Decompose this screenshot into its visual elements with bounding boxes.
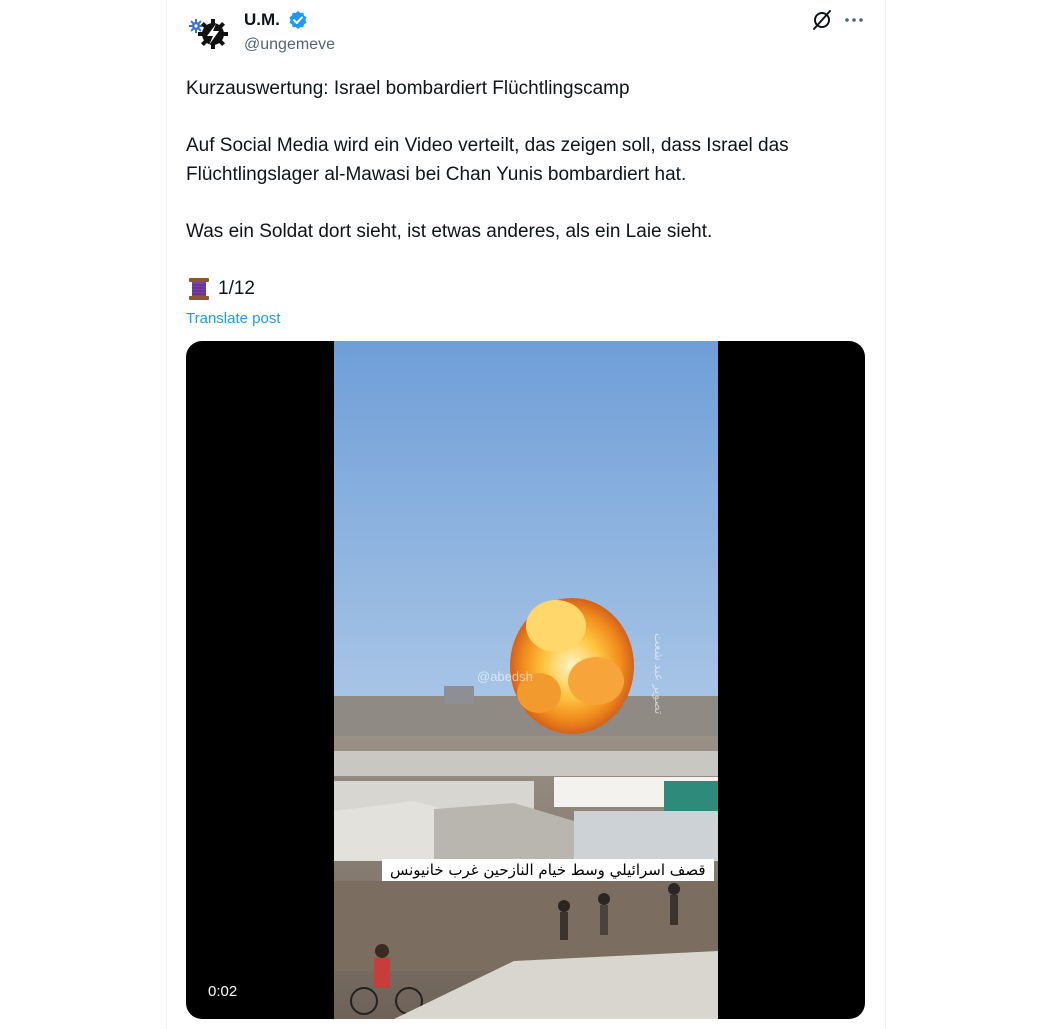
translate-post-link[interactable]: Translate post <box>186 309 281 329</box>
post-paragraph: Was ein Soldat dort sieht, ist etwas and… <box>186 220 713 242</box>
timeline-border-right <box>885 0 886 1029</box>
video-watermark: @abedsh <box>477 669 533 684</box>
avatar[interactable] <box>186 10 230 54</box>
thread-counter: 1/12 <box>218 277 255 299</box>
avatar-logo-icon <box>189 19 228 49</box>
post-paragraph: Auf Social Media wird ein Video verteilt… <box>186 135 789 185</box>
post-text: Kurzauswertung: Israel bombardiert Flüch… <box>186 75 866 303</box>
timeline-border-left <box>166 0 167 1029</box>
grok-icon[interactable] <box>810 8 834 32</box>
spool-of-thread-icon <box>186 276 212 302</box>
verified-badge-icon <box>288 10 308 30</box>
thread-counter-line: 1/12 <box>186 275 866 304</box>
video-caption: قصف اسرائيلي وسط خيام النازحين غرب خانيو… <box>382 859 714 881</box>
author-handle[interactable]: @ungemeve <box>244 35 335 55</box>
video-player[interactable]: @abedsh تصوير عبد شعت قصف اسرائيلي وسط خ… <box>186 341 865 1019</box>
post-paragraph: Kurzauswertung: Israel bombardiert Flüch… <box>186 78 630 99</box>
more-options-icon[interactable] <box>842 8 866 32</box>
video-side-watermark: تصوير عبد شعت <box>652 633 666 715</box>
video-duration: 0:02 <box>202 981 244 1002</box>
author-display-name[interactable]: U.M. <box>244 9 280 31</box>
video-frame: @abedsh تصوير عبد شعت قصف اسرائيلي وسط خ… <box>334 341 718 1019</box>
